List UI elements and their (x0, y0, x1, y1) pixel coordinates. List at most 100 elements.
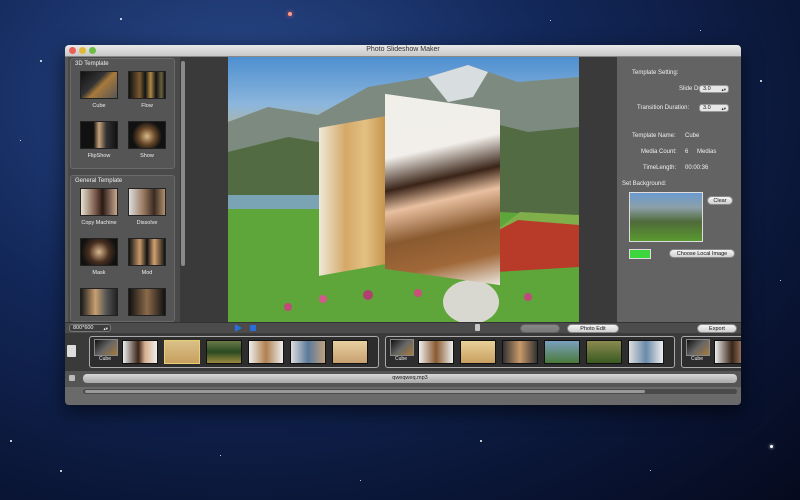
slide-duration-stepper[interactable]: 3.0 ▴▾ (699, 85, 729, 93)
template-thumb (128, 238, 166, 266)
timeline-photo[interactable] (164, 340, 200, 364)
timeline-template-label: Cube (691, 356, 703, 362)
scrollbar-knob[interactable] (180, 61, 185, 266)
star (10, 440, 12, 442)
template-item[interactable] (79, 288, 119, 316)
bottom-strip (65, 387, 741, 405)
template-name-value: Cube (685, 133, 700, 139)
template-show[interactable]: Show (127, 121, 167, 159)
timeline-start-icon[interactable] (67, 345, 76, 357)
template-thumb (686, 339, 710, 356)
template-flipshow[interactable]: FlipShow (79, 121, 119, 159)
transition-duration-stepper[interactable]: 3.0 ▴▾ (699, 104, 729, 112)
timeline-photo[interactable] (714, 340, 741, 364)
export-button[interactable]: Export (697, 324, 737, 333)
template-flow[interactable]: Flow (127, 71, 167, 109)
preview-image (228, 57, 579, 322)
template-mod[interactable]: Mod (127, 238, 167, 276)
disabled-button (520, 324, 560, 333)
template-thumb (80, 121, 118, 149)
template-label: Dissolve (136, 220, 158, 226)
timeline-template-cube[interactable]: Cube (94, 339, 118, 362)
time-length-label: TimeLength: (643, 165, 677, 171)
audio-track: qweqweq.mp3 (65, 371, 741, 387)
trash-icon[interactable] (475, 324, 480, 331)
template-label: Show (140, 153, 154, 159)
template-thumb (128, 288, 166, 316)
stepper-arrows-icon[interactable]: ▴▾ (721, 105, 726, 112)
cube-left-face (319, 116, 385, 276)
template-mask[interactable]: Mask (79, 238, 119, 276)
transition-duration-label: Transition Duration: (637, 105, 690, 111)
timeline-template-cube[interactable]: Cube (686, 339, 710, 362)
photo-edit-button[interactable]: Photo Edit (567, 324, 619, 333)
timeline-photo[interactable] (206, 340, 242, 364)
star (770, 445, 773, 448)
star (550, 20, 551, 21)
timeline-photo[interactable] (460, 340, 496, 364)
timeline-photo[interactable] (502, 340, 538, 364)
stop-icon[interactable] (250, 325, 256, 331)
resolution-value: 800*600 (73, 325, 94, 331)
background-image-preview[interactable] (629, 192, 703, 242)
background-color-swatch[interactable] (629, 249, 651, 259)
template-thumb (80, 288, 118, 316)
template-group-3d: 3D Template Cube Flow FlipShow Show (70, 58, 175, 169)
template-label: Flow (141, 103, 153, 109)
group-title-general: General Template (75, 178, 123, 184)
timeline-photo[interactable] (418, 340, 454, 364)
timeline-template-cube[interactable]: Cube (390, 339, 414, 362)
timeline-scrollbar[interactable] (83, 389, 737, 394)
timeline: Cube Cube Cube (65, 333, 741, 371)
template-setting-title: Template Setting: (632, 70, 679, 76)
transition-duration-value: 3.0 (703, 105, 711, 111)
app-window: Photo Slideshow Maker 3D Template Cube F… (65, 45, 741, 405)
audio-bar[interactable]: qweqweq.mp3 (83, 374, 737, 383)
timeline-photo[interactable] (628, 340, 664, 364)
template-dissolve[interactable]: Dissolve (127, 188, 167, 226)
timeline-group[interactable]: Cube (681, 336, 741, 368)
title-bar: Photo Slideshow Maker (65, 45, 741, 57)
timeline-template-label: Cube (395, 356, 407, 362)
timeline-photo[interactable] (248, 340, 284, 364)
template-thumb (80, 238, 118, 266)
window-title: Photo Slideshow Maker (366, 46, 440, 53)
template-thumb (80, 71, 118, 99)
speaker-icon[interactable] (69, 375, 75, 381)
play-icon[interactable] (235, 324, 242, 332)
template-copy-machine[interactable]: Copy Machine (79, 188, 119, 226)
timeline-photo[interactable] (586, 340, 622, 364)
timeline-photo[interactable] (290, 340, 326, 364)
template-cube[interactable]: Cube (79, 71, 119, 109)
star (760, 80, 762, 82)
audio-filename: qweqweq.mp3 (392, 375, 428, 381)
template-panel: 3D Template Cube Flow FlipShow Show Gene… (68, 57, 180, 322)
timeline-photo[interactable] (332, 340, 368, 364)
template-item[interactable] (127, 288, 167, 316)
star (700, 30, 701, 31)
template-label: Copy Machine (81, 220, 117, 226)
template-thumb (80, 188, 118, 216)
star (120, 18, 122, 20)
template-thumb (128, 188, 166, 216)
star (40, 60, 42, 62)
timeline-template-label: Cube (99, 356, 111, 362)
stepper-arrows-icon[interactable]: ▴▾ (721, 86, 726, 93)
template-group-general: General Template Copy Machine Dissolve M… (70, 175, 175, 322)
timeline-group[interactable]: Cube (385, 336, 675, 368)
template-label: Cube (92, 103, 106, 109)
timeline-photo[interactable] (544, 340, 580, 364)
resolution-select[interactable]: 800*600 ▴▾ (69, 324, 111, 332)
clear-button[interactable]: Clear (707, 196, 733, 205)
star (60, 470, 62, 472)
choose-local-image-button[interactable]: Choose Local Image (669, 249, 735, 258)
slide-duration-value: 3.0 (703, 86, 711, 92)
set-background-label: Set Background: (622, 181, 667, 187)
scrollbar-knob[interactable] (85, 390, 645, 393)
cube-right-face (385, 93, 500, 286)
settings-panel: Template Setting: Slide Duration: 3.0▴▾ … (617, 57, 741, 322)
timeline-photo[interactable] (122, 340, 158, 364)
template-thumb (128, 71, 166, 99)
timeline-group[interactable]: Cube (89, 336, 379, 368)
template-thumb (128, 121, 166, 149)
